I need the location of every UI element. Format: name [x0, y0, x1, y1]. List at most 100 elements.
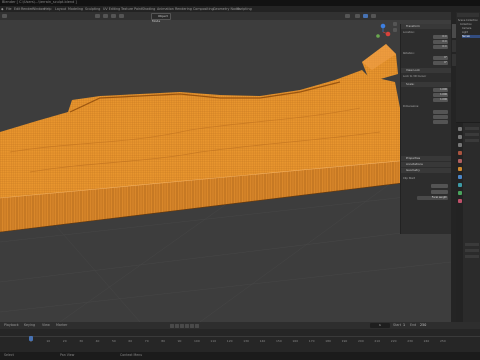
mode-select[interactable]: Object Mode — [151, 13, 171, 23]
end-frame-field[interactable]: 250 — [420, 322, 426, 329]
timeline-tick-label: 130 — [243, 339, 249, 343]
outliner-item-collection[interactable]: Collection — [460, 23, 472, 26]
scale-header[interactable]: Scale: — [401, 82, 451, 87]
location-x-field[interactable]: 0 m — [433, 35, 448, 39]
timeline-tick-label: 60 — [128, 339, 133, 343]
output-properties-icon[interactable] — [457, 143, 462, 147]
render-properties-icon[interactable] — [457, 135, 462, 139]
timeline-tick-label: 90 — [177, 339, 182, 343]
location-z-field[interactable]: 0 m — [433, 45, 448, 49]
status-select: Select — [4, 353, 14, 357]
world-properties-icon[interactable] — [457, 159, 462, 163]
timeline-menu-marker[interactable]: Marker — [56, 322, 67, 329]
properties-row[interactable] — [465, 255, 479, 258]
3d-viewport[interactable]: Object Mode — [0, 12, 451, 322]
timeline-tick-label: 40 — [95, 339, 100, 343]
start-frame-field[interactable]: 1 — [403, 322, 405, 329]
timeline-ruler — [0, 336, 480, 337]
pivot-icon[interactable] — [103, 14, 108, 18]
shading-material-icon[interactable] — [371, 14, 376, 18]
timeline-tick-label: 170 — [308, 339, 315, 343]
tool-properties-icon[interactable] — [457, 127, 462, 131]
sidebar-panel: Transform Location: 0 m 0 m 0 m Rotation… — [400, 24, 451, 234]
shading-solid-icon[interactable] — [363, 14, 368, 18]
tab-tool[interactable] — [451, 40, 456, 52]
current-frame-field[interactable]: 1 — [370, 323, 390, 328]
timeline-tick-label: 160 — [292, 339, 299, 343]
clip-start-field[interactable] — [431, 184, 448, 188]
timeline-tick-label: 20 — [62, 339, 67, 343]
transform-header[interactable]: Transform — [401, 24, 451, 29]
rotation-x-field[interactable]: 0° — [433, 56, 448, 60]
scale-x-field[interactable]: 1.000 — [433, 88, 448, 92]
tab-item[interactable] — [451, 24, 456, 38]
properties-row[interactable] — [465, 249, 479, 252]
properties-row[interactable] — [465, 243, 479, 246]
clip-end-field[interactable] — [431, 190, 448, 194]
dimensions-label: Dimensions: — [403, 105, 420, 108]
timeline-menu-keying[interactable]: Keying — [24, 322, 35, 329]
outliner-item-terrain[interactable]: Terrain — [462, 35, 480, 38]
timeline-tick-label: 120 — [226, 339, 233, 343]
properties-row[interactable] — [465, 133, 479, 136]
play-reverse-icon[interactable] — [180, 323, 184, 328]
start-frame-label: Start — [393, 323, 402, 327]
dimension-y-field[interactable] — [433, 115, 448, 119]
data-properties-icon[interactable] — [457, 191, 462, 195]
outliner-item-light[interactable]: Light — [462, 31, 468, 34]
timeline-tick-label: 150 — [276, 339, 282, 343]
scene-properties-icon[interactable] — [457, 151, 462, 155]
jump-start-icon[interactable] — [170, 323, 174, 328]
prev-keyframe-icon[interactable] — [175, 323, 179, 328]
location-y-field[interactable]: 0 m — [433, 40, 448, 44]
scale-z-field[interactable]: 1.000 — [433, 98, 448, 102]
transform-orientation-icon[interactable] — [95, 14, 100, 18]
viewport-header: Object Mode — [0, 12, 451, 23]
dimension-z-field[interactable] — [433, 120, 448, 124]
playhead[interactable] — [29, 336, 33, 341]
annotations-section[interactable]: Annotations — [401, 162, 451, 167]
navigation-gizmo[interactable] — [376, 23, 391, 38]
overlay-icon[interactable] — [345, 14, 350, 18]
object-properties-icon[interactable] — [457, 167, 462, 171]
timeline-tick-label: 200 — [358, 339, 364, 343]
tab-view[interactable] — [451, 54, 456, 66]
timeline-tick-label: 80 — [161, 339, 166, 343]
status-context-menu: Context Menu — [120, 353, 143, 357]
rotation-y-field[interactable]: 0° — [433, 61, 448, 65]
timeline-menu-playback[interactable]: Playback — [4, 322, 19, 329]
snap-icon[interactable] — [111, 14, 116, 18]
physics-properties-icon[interactable] — [457, 183, 462, 187]
editor-type-icon[interactable] — [2, 14, 7, 18]
timeline-tick-label: 220 — [390, 339, 397, 343]
focal-length-field[interactable]: Focal Length — [417, 196, 448, 200]
timeline-menu-view[interactable]: View — [42, 322, 50, 329]
terrain-mesh-view[interactable] — [0, 12, 451, 322]
properties-search — [465, 127, 479, 130]
timeline-tick-label: 180 — [325, 339, 331, 343]
material-properties-icon[interactable] — [457, 199, 462, 203]
timeline-tick-label: 190 — [341, 339, 348, 343]
proportional-edit-icon[interactable] — [119, 14, 124, 18]
outliner-scene-collection[interactable]: Scene Collection — [458, 19, 478, 22]
modifier-properties-icon[interactable] — [457, 175, 462, 179]
scale-y-field[interactable]: 1.000 — [433, 93, 448, 97]
next-keyframe-icon[interactable] — [190, 323, 194, 328]
timeline-tick-label: 210 — [374, 339, 381, 343]
dimension-x-field[interactable] — [433, 110, 448, 114]
end-frame-label: End — [410, 323, 417, 327]
properties-row[interactable] — [465, 139, 479, 142]
clip-start-label: Clip Start — [403, 177, 416, 180]
lock-to-cursor-label[interactable]: Lock to 3D Cursor — [403, 74, 426, 79]
xray-icon[interactable] — [355, 14, 360, 18]
outliner-item-camera[interactable]: Camera — [462, 27, 471, 30]
play-icon[interactable] — [185, 323, 189, 328]
timeline-tick-label: 230 — [407, 339, 413, 343]
timeline-tick-label: 250 — [440, 339, 446, 343]
geometry-section[interactable]: Geometry — [401, 168, 451, 173]
timeline-tick-label: 30 — [79, 339, 84, 343]
jump-end-icon[interactable] — [195, 323, 199, 328]
viewport-nav-buttons[interactable] — [393, 22, 397, 32]
properties-section[interactable]: Properties — [401, 156, 451, 161]
view-lock-header[interactable]: View Lock — [401, 68, 451, 73]
